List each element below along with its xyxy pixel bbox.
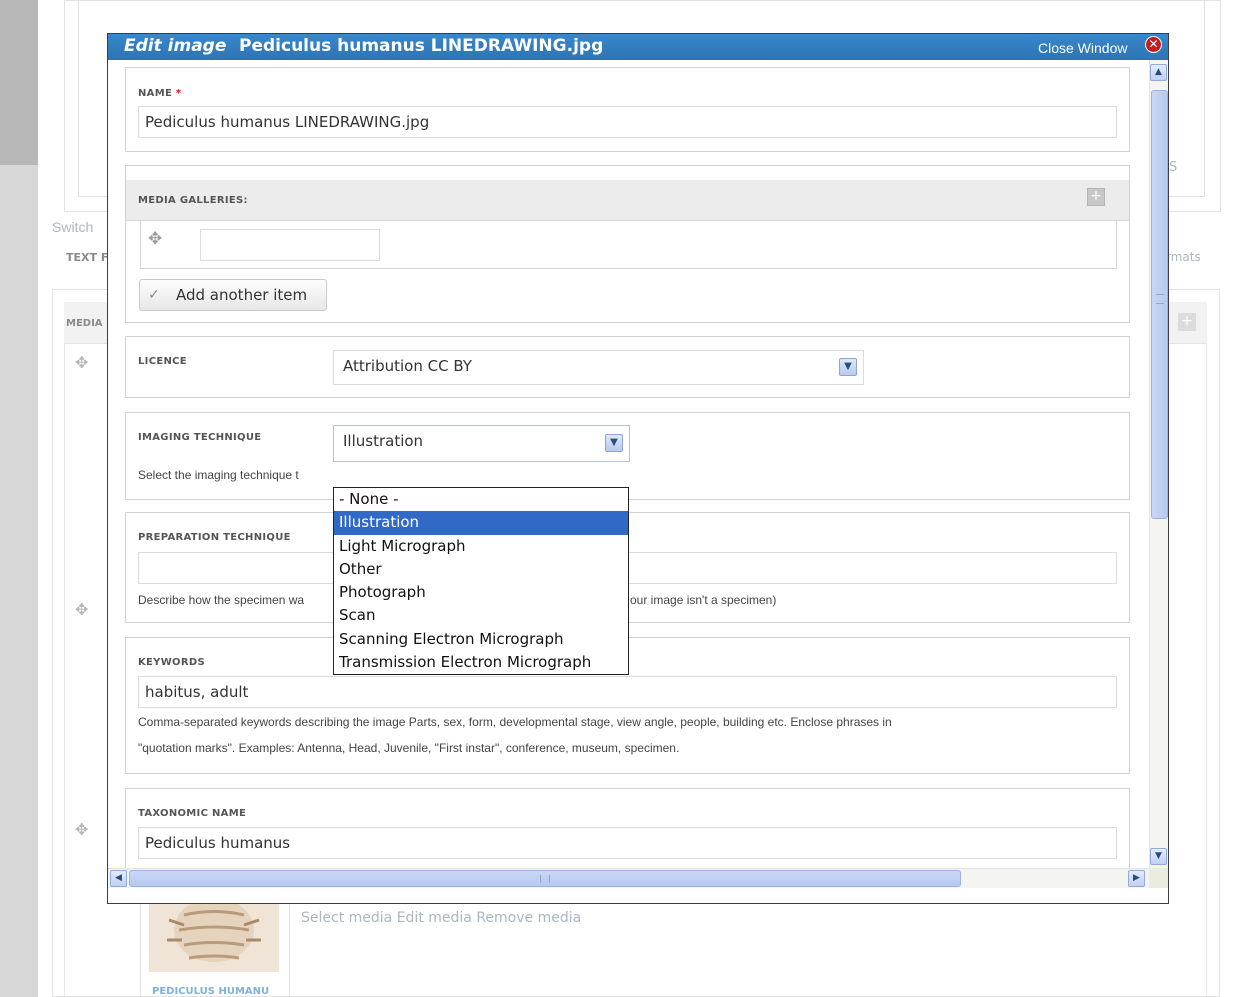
edit-image-dialog: Edit image Pediculus humanus LINEDRAWING… xyxy=(107,33,1169,904)
keywords-label: KEYWORDS xyxy=(138,657,205,668)
licence-fieldset: LICENCE Attribution CC BY ▼ xyxy=(125,336,1130,398)
vertical-scrollbar[interactable]: ▲ ▼ xyxy=(1149,60,1168,868)
keywords-description-line2: "quotation marks". Examples: Antenna, He… xyxy=(138,741,680,755)
text-format-label: TEXT F xyxy=(66,251,109,264)
scroll-up-icon[interactable]: ▲ xyxy=(1150,64,1167,81)
imaging-technique-value: Illustration xyxy=(343,432,424,450)
dropdown-option-illustration[interactable]: Illustration xyxy=(334,511,628,535)
name-fieldset: NAME * Pediculus humanus LINEDRAWING.jpg xyxy=(125,67,1130,152)
licence-select[interactable]: Attribution CC BY ▼ xyxy=(333,350,864,385)
licence-label: LICENCE xyxy=(138,356,187,367)
add-gallery-icon[interactable]: + xyxy=(1087,188,1105,206)
grip-icon xyxy=(540,875,550,883)
dropdown-option-other[interactable]: Other xyxy=(334,558,628,581)
dropdown-option-light-micrograph[interactable]: Light Micrograph xyxy=(334,535,628,558)
scroll-down-icon[interactable]: ▼ xyxy=(1150,848,1167,865)
dropdown-option-transmission-electron-micrograph[interactable]: Transmission Electron Micrograph xyxy=(334,651,628,674)
drag-handle-icon: ✥ xyxy=(75,820,89,839)
horizontal-scrollbar[interactable]: ◀ ▶ xyxy=(108,868,1149,888)
imaging-technique-description: Select the imaging technique t xyxy=(138,468,299,482)
dropdown-option-none[interactable]: - None - xyxy=(334,488,628,511)
drag-handle-icon[interactable]: ✥ xyxy=(148,229,162,249)
add-another-item-button[interactable]: ✓ Add another item xyxy=(139,279,327,311)
keywords-input[interactable]: habitus, adult xyxy=(138,676,1117,708)
preparation-technique-label: PREPARATION TECHNIQUE xyxy=(138,532,291,543)
taxonomic-name-fieldset: TAXONOMIC NAME Pediculus humanus xyxy=(125,788,1130,868)
dialog-title-bar[interactable]: Edit image Pediculus humanus LINEDRAWING… xyxy=(108,34,1168,60)
required-mark: * xyxy=(175,88,182,99)
media-thumbnail xyxy=(149,898,279,972)
chevron-down-icon[interactable]: ▼ xyxy=(605,434,623,452)
media-galleries-label: MEDIA GALLERIES: xyxy=(138,195,248,206)
add-another-item-label: Add another item xyxy=(176,286,308,304)
taxonomic-name-label: TAXONOMIC NAME xyxy=(138,808,247,819)
chevron-down-icon[interactable]: ▼ xyxy=(839,358,857,376)
preparation-technique-description: Describe how the specimen wa xyxy=(138,593,305,607)
background-add-icon: + xyxy=(1178,313,1196,331)
drag-handle-icon: ✥ xyxy=(75,600,89,619)
media-galleries-header: MEDIA GALLERIES: + xyxy=(126,180,1129,221)
imaging-technique-select[interactable]: Illustration ▼ xyxy=(333,425,630,462)
dialog-content: NAME * Pediculus humanus LINEDRAWING.jpg… xyxy=(108,60,1149,868)
preparation-technique-description-end: our image isn't a specimen) xyxy=(630,593,777,607)
resize-hint: S xyxy=(1169,160,1178,175)
close-icon[interactable]: ✕ xyxy=(1145,36,1162,53)
close-window-link[interactable]: Close Window xyxy=(1038,40,1127,56)
drag-handle-icon: ✥ xyxy=(75,353,89,372)
scroll-left-icon[interactable]: ◀ xyxy=(110,870,127,887)
dialog-title-prefix: Edit image xyxy=(124,36,227,56)
dropdown-option-scan[interactable]: Scan xyxy=(334,604,628,627)
media-galleries-fieldset: MEDIA GALLERIES: + ✥ ✓ Add another item xyxy=(125,165,1130,323)
check-icon: ✓ xyxy=(148,287,160,303)
dropdown-option-scanning-electron-micrograph[interactable]: Scanning Electron Micrograph xyxy=(334,628,628,651)
name-input[interactable]: Pediculus humanus LINEDRAWING.jpg xyxy=(138,106,1117,138)
keywords-description-line1: Comma-separated keywords describing the … xyxy=(138,715,892,729)
vertical-scroll-thumb[interactable] xyxy=(1151,90,1168,519)
dropdown-option-photograph[interactable]: Photograph xyxy=(334,581,628,604)
media-gallery-input[interactable] xyxy=(200,229,380,261)
imaging-technique-label: IMAGING TECHNIQUE xyxy=(138,432,262,443)
grip-icon xyxy=(1156,294,1164,304)
formats-link[interactable]: rmats xyxy=(1166,250,1201,264)
imaging-technique-dropdown[interactable]: - None - Illustration Light Micrograph O… xyxy=(333,487,629,675)
louse-drawing-icon xyxy=(167,898,261,962)
taxonomic-name-input[interactable]: Pediculus humanus xyxy=(138,827,1117,859)
page-left-bar xyxy=(0,0,38,997)
switch-editor-link[interactable]: Switch xyxy=(52,219,93,235)
horizontal-scroll-thumb[interactable] xyxy=(129,870,961,887)
media-actions-links[interactable]: Select media Edit media Remove media xyxy=(301,910,581,926)
media-thumbnail-caption: PEDICULUS HUMANU xyxy=(152,986,270,997)
background-media-label: MEDIA xyxy=(66,318,103,329)
licence-value: Attribution CC BY xyxy=(343,357,472,375)
scroll-right-icon[interactable]: ▶ xyxy=(1128,870,1145,887)
scrollbar-corner xyxy=(1149,868,1168,888)
name-label: NAME * xyxy=(138,88,182,99)
dialog-title: Pediculus humanus LINEDRAWING.jpg xyxy=(239,36,604,56)
